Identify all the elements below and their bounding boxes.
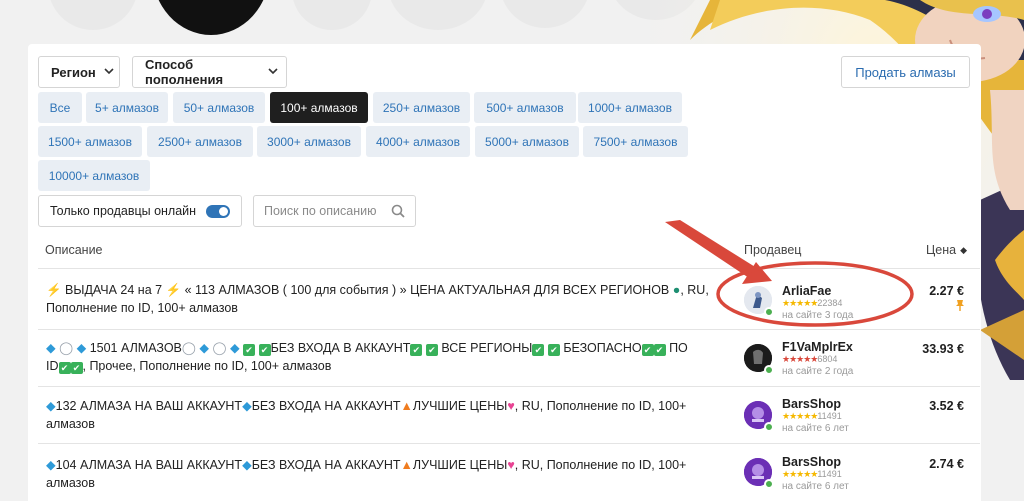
offer-row[interactable]: ◆ ◯ ◆ 1501 АЛМАЗОВ◯ ◆ ◯ ◆ ✔ ✔ БЕЗ ВХОДА В… (38, 329, 980, 386)
online-sellers-label: Только продавцы онлайн (50, 204, 197, 218)
offer-description[interactable]: ◆ ◯ ◆ 1501 АЛМАЗОВ◯ ◆ ◯ ◆ ✔ ✔ БЕЗ ВХОДА В… (46, 339, 726, 375)
region-dropdown[interactable]: Регион (38, 56, 120, 88)
hundred-icon: ♥ (507, 458, 515, 472)
bg-circle (388, 0, 488, 30)
seller-name[interactable]: ArliaFae (782, 284, 831, 298)
check-icon: ✔ (532, 344, 545, 356)
check-icon: ✔ (653, 344, 666, 356)
region-dropdown-label: Регион (51, 64, 96, 80)
check-icon: ✔ (641, 344, 654, 356)
seller-rating: ★★★★★22384 (782, 298, 843, 308)
amount-filter-chip[interactable]: 2500+ алмазов (147, 126, 253, 157)
diamond-icon: ◆ (242, 399, 252, 413)
amount-filter-chip[interactable]: 50+ алмазов (173, 92, 265, 123)
seller-rating: ★★★★★6804 (782, 354, 838, 364)
star-rating-icon: ★★★★★ (782, 411, 818, 421)
diamond-icon: ◆ (46, 458, 56, 472)
amount-filter-chip[interactable]: 250+ алмазов (373, 92, 470, 123)
amount-filter-chip[interactable]: Все (38, 92, 82, 123)
column-header-price[interactable]: Цена ◆ (926, 243, 967, 257)
sort-icon[interactable]: ◆ (960, 245, 967, 256)
ring-icon: ◯ (212, 341, 227, 355)
diamond-icon: ◆ (242, 458, 252, 472)
check-icon: ✔ (425, 344, 438, 356)
amount-filter-chip[interactable]: 500+ алмазов (474, 92, 576, 123)
offer-price: 2.74 € (929, 457, 964, 471)
diamond-icon: ◆ (229, 341, 240, 355)
offer-price: 33.93 € (922, 342, 964, 356)
amount-filter-chip[interactable]: 7500+ алмазов (583, 126, 688, 157)
seller-rating: ★★★★★11491 (782, 411, 842, 421)
offer-description[interactable]: ◆132 АЛМАЗА НА ВАШ АККАУНТ◆БЕЗ ВХОДА НА … (46, 397, 726, 433)
bg-circle (152, 0, 270, 35)
check-icon: ✔ (58, 362, 71, 374)
star-rating-icon: ★★★★★ (782, 298, 818, 308)
hundred-icon: ♥ (507, 399, 515, 413)
seller-rating: ★★★★★11491 (782, 469, 842, 479)
check-icon: ✔ (547, 344, 560, 356)
description-search[interactable]: Поиск по описанию (253, 195, 416, 227)
bg-circle (48, 0, 138, 30)
online-sellers-toggle[interactable] (206, 205, 230, 218)
pin-icon (955, 299, 965, 314)
offer-description[interactable]: ⚡ ВЫДАЧА 24 на 7 ⚡ « 113 АЛМАЗОВ ( 100 д… (46, 281, 726, 317)
seller-tenure: на сайте 2 года (782, 366, 854, 377)
diamond-icon: ◆ (46, 399, 56, 413)
column-header-price-label: Цена (926, 243, 957, 257)
fire-icon: ▲ (400, 458, 413, 472)
star-rating-icon: ★★★★★ (782, 354, 818, 364)
ring-icon: ◯ (181, 341, 196, 355)
amount-filter-chip[interactable]: 5000+ алмазов (475, 126, 579, 157)
diamond-icon: ◆ (46, 341, 56, 355)
star-rating-icon: ★★★★★ (782, 469, 818, 479)
check-icon: ✔ (410, 344, 423, 356)
amount-filter-chip[interactable]: 10000+ алмазов (38, 160, 150, 191)
column-header-seller: Продавец (744, 243, 802, 257)
offer-row[interactable]: ⚡ ВЫДАЧА 24 на 7 ⚡ « 113 АЛМАЗОВ ( 100 д… (38, 268, 980, 329)
online-status-icon (764, 422, 774, 432)
fire-icon: ▲ (400, 399, 413, 413)
payment-method-dropdown[interactable]: Способ пополнения (132, 56, 287, 88)
search-input[interactable]: Поиск по описанию (264, 204, 376, 218)
diamond-icon: ◆ (199, 341, 209, 355)
amount-filter-chip[interactable]: 4000+ алмазов (366, 126, 470, 157)
seller-name[interactable]: F1VaMplrEx (782, 340, 853, 354)
chevron-down-icon (268, 67, 278, 77)
offer-row[interactable]: ◆104 АЛМАЗА НА ВАШ АККАУНТ◆БЕЗ ВХОДА НА … (38, 443, 980, 501)
amount-filter-chip[interactable]: 1000+ алмазов (578, 92, 682, 123)
lightning-icon: ⚡ (46, 283, 62, 297)
seller-name[interactable]: BarsShop (782, 455, 841, 469)
offer-price: 2.27 € (929, 284, 964, 298)
seller-name[interactable]: BarsShop (782, 397, 841, 411)
online-status-icon (764, 479, 774, 489)
offer-description[interactable]: ◆104 АЛМАЗА НА ВАШ АККАУНТ◆БЕЗ ВХОДА НА … (46, 456, 726, 492)
check-icon: ✔ (258, 344, 271, 356)
seller-tenure: на сайте 3 года (782, 310, 854, 321)
lightning-icon: ⚡ (165, 283, 182, 297)
online-status-icon (764, 307, 774, 317)
amount-filter-chip[interactable]: 100+ алмазов (270, 92, 368, 123)
seller-tenure: на сайте 6 лет (782, 481, 849, 492)
bg-circle (500, 0, 590, 28)
check-icon: ✔ (243, 344, 256, 356)
offer-price: 3.52 € (929, 399, 964, 413)
column-header-description: Описание (45, 243, 103, 257)
search-icon[interactable] (391, 204, 405, 221)
amount-filter-chip[interactable]: 5+ алмазов (86, 92, 168, 123)
payment-method-label: Способ пополнения (145, 57, 224, 87)
check-icon: ✔ (70, 362, 83, 374)
diamond-icon: ◆ (76, 341, 87, 355)
bg-circle (292, 0, 372, 30)
amount-filter-chip[interactable]: 3000+ алмазов (257, 126, 361, 157)
online-sellers-toggle-box[interactable]: Только продавцы онлайн (38, 195, 242, 227)
offer-row[interactable]: ◆132 АЛМАЗА НА ВАШ АККАУНТ◆БЕЗ ВХОДА НА … (38, 386, 980, 443)
seller-tenure: на сайте 6 лет (782, 423, 849, 434)
sell-diamonds-button[interactable]: Продать алмазы (841, 56, 970, 88)
chevron-down-icon (104, 67, 114, 77)
amount-filter-chip[interactable]: 1500+ алмазов (38, 126, 142, 157)
ring-icon: ◯ (59, 341, 74, 355)
online-status-icon (764, 365, 774, 375)
